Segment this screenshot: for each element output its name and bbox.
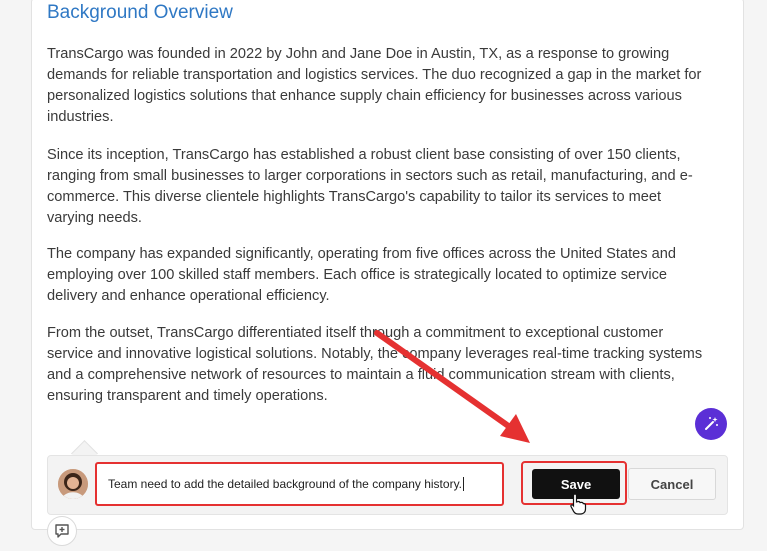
paragraph-line: delivery and enhance operational efficie… <box>47 288 330 304</box>
paragraph-line: Since its inception, TransCargo has esta… <box>47 147 681 163</box>
paragraph-line: varying needs. <box>47 210 142 226</box>
paragraph-line: employing over 100 skilled staff members… <box>47 267 667 283</box>
paragraph-line: TransCargo was founded in 2022 by John a… <box>47 46 670 62</box>
paragraph-line: service and innovative logistical soluti… <box>47 346 703 362</box>
hand-cursor-icon <box>570 493 587 515</box>
paragraph-line: The company has expanded significantly, … <box>47 246 676 262</box>
paragraph-4: From the outset, TransCargo differentiat… <box>47 323 727 407</box>
section-heading: Background Overview <box>47 2 233 23</box>
ai-assist-button[interactable] <box>695 408 727 440</box>
paragraph-line: and a comprehensive network of resources… <box>47 367 675 383</box>
add-comment-icon <box>55 524 69 538</box>
paragraph-line: From the outset, TransCargo differentiat… <box>47 325 664 341</box>
user-avatar <box>58 469 88 499</box>
magic-wand-icon <box>705 417 718 430</box>
paragraph-line: commerce. This diverse clientele highlig… <box>47 189 662 205</box>
comment-input-value: Team need to add the detailed background… <box>108 477 463 491</box>
comment-input[interactable]: Team need to add the detailed background… <box>95 462 504 506</box>
add-comment-button[interactable] <box>47 516 77 546</box>
text-caret <box>463 477 465 491</box>
paragraph-line: ranging from small businesses to larger … <box>47 168 693 184</box>
paragraph-3: The company has expanded significantly, … <box>47 244 727 307</box>
paragraph-line: ensuring transparent and timely operatio… <box>47 388 328 404</box>
paragraph-line: industries. <box>47 109 114 125</box>
paragraph-line: personalized logistics solutions that en… <box>47 88 682 104</box>
paragraph-1: TransCargo was founded in 2022 by John a… <box>47 44 727 128</box>
paragraph-line: demands for reliable transportation and … <box>47 67 702 83</box>
paragraph-2: Since its inception, TransCargo has esta… <box>47 145 727 229</box>
cancel-button[interactable]: Cancel <box>628 468 716 500</box>
